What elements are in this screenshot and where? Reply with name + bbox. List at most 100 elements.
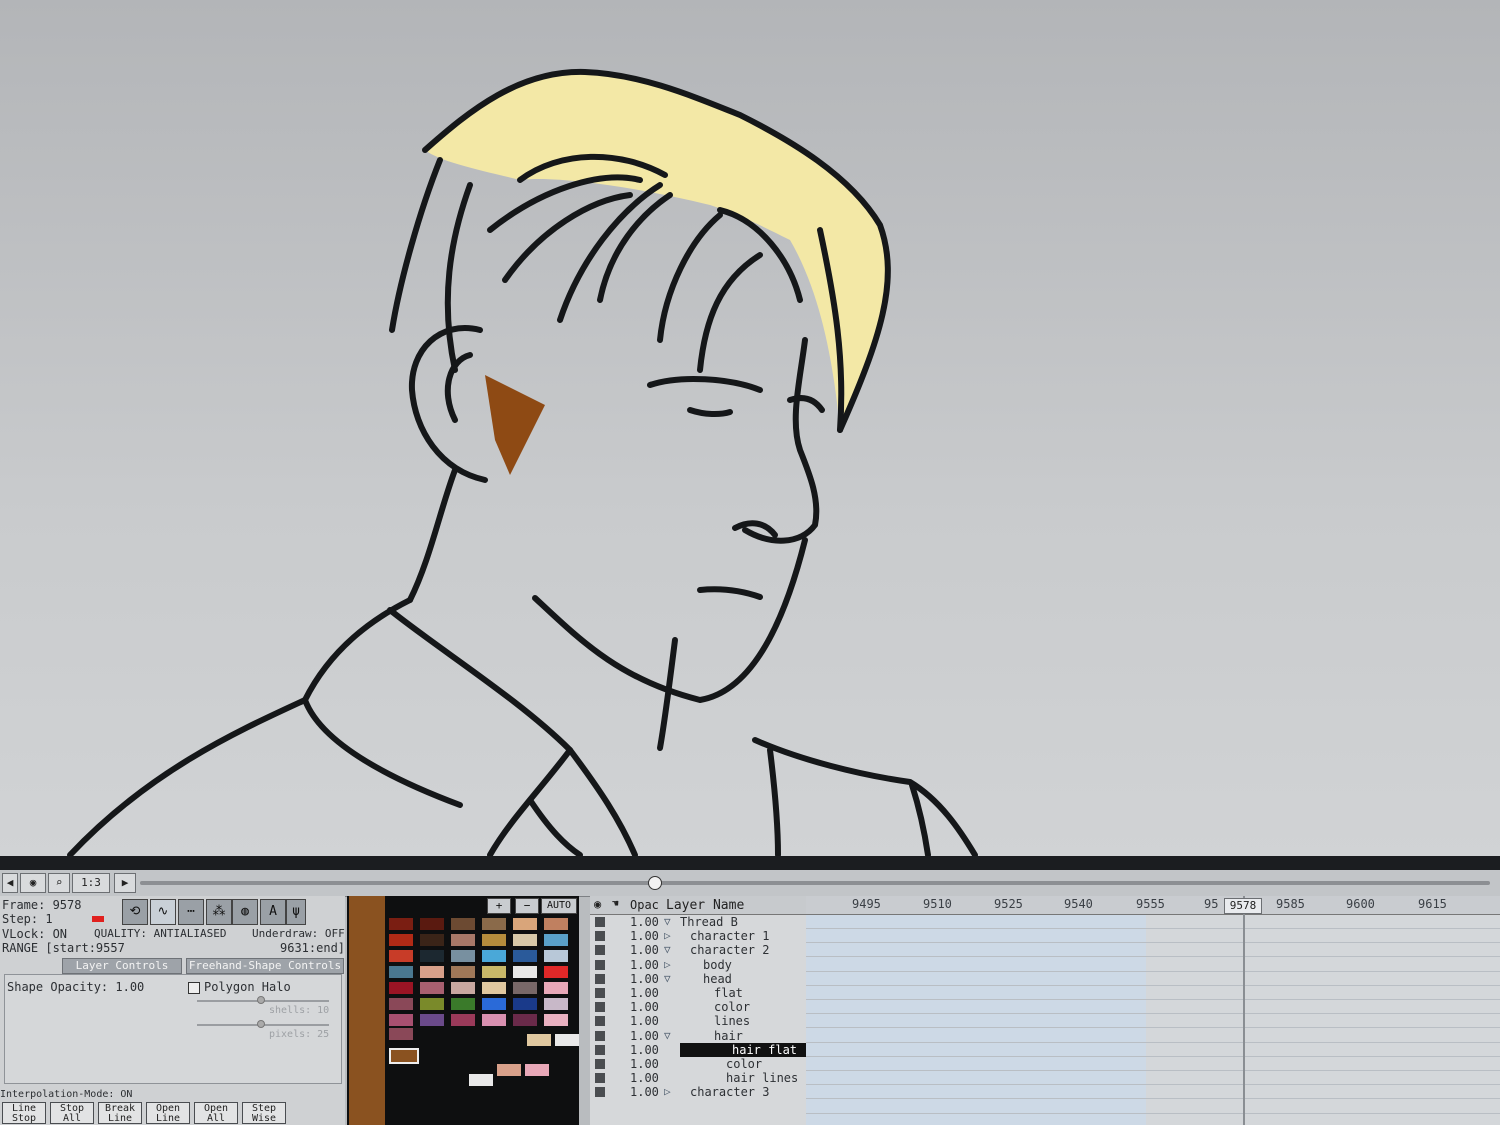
marquee-icon[interactable]: ⋯ (178, 899, 204, 925)
color-swatch[interactable] (451, 1014, 475, 1026)
pixels-slider-knob[interactable] (257, 1020, 265, 1028)
layer-row[interactable]: 1.00 ▽ hair (590, 1029, 806, 1043)
line-stop-button[interactable]: Line Stop (2, 1102, 46, 1124)
selected-swatch[interactable] (389, 1048, 419, 1064)
color-swatch[interactable] (389, 950, 413, 962)
color-swatch[interactable] (513, 1014, 537, 1026)
playhead[interactable] (1243, 896, 1245, 1125)
color-swatch[interactable] (451, 918, 475, 930)
color-swatch[interactable] (544, 982, 568, 994)
color-swatch[interactable] (420, 998, 444, 1010)
layer-visibility-toggle[interactable] (595, 931, 605, 942)
disclosure-open-icon[interactable]: ▽ (664, 1029, 671, 1043)
layer-visibility-toggle[interactable] (595, 1002, 605, 1013)
sound-icon[interactable]: ◀ (2, 873, 18, 893)
stop-all-button[interactable]: Stop All (50, 1102, 94, 1124)
layer-row[interactable]: 1.00 lines (590, 1014, 806, 1028)
timeline-ruler[interactable]: 9495 9510 9525 9540 9555 95 9585 9600 9615 (806, 896, 1500, 915)
color-swatch[interactable] (544, 950, 568, 962)
remove-color-button[interactable]: − (515, 898, 539, 914)
open-all-button[interactable]: Open All (194, 1102, 238, 1124)
color-swatch[interactable] (513, 918, 537, 930)
spray-icon[interactable]: ⁂ (206, 899, 232, 925)
step-wise-button[interactable]: Step Wise (242, 1102, 286, 1124)
color-swatch[interactable] (451, 966, 475, 978)
layer-visibility-toggle[interactable] (595, 1030, 605, 1041)
layer-row[interactable]: 1.00 color (590, 1057, 806, 1071)
scrubber-handle[interactable] (648, 876, 662, 890)
layer-visibility-toggle[interactable] (595, 959, 605, 970)
brush-icon[interactable]: ψ (286, 899, 306, 925)
color-swatch[interactable] (482, 966, 506, 978)
shape-opacity[interactable]: Shape Opacity: 1.00 (7, 980, 144, 994)
disclosure-closed-icon[interactable]: ▷ (664, 958, 671, 972)
timeline[interactable]: 9495 9510 9525 9540 9555 95 9585 9600 9615 9578 (806, 896, 1500, 1125)
color-swatch[interactable] (420, 918, 444, 930)
play-icon[interactable]: ▶ (114, 873, 136, 893)
layer-visibility-toggle[interactable] (595, 1087, 605, 1098)
color-swatch[interactable] (527, 1034, 551, 1046)
color-swatch[interactable] (482, 998, 506, 1010)
color-swatch[interactable] (482, 934, 506, 946)
color-swatch[interactable] (482, 918, 506, 930)
visibility-eye-icon[interactable]: ◉ (594, 897, 601, 911)
color-swatch[interactable] (389, 998, 413, 1010)
layer-row[interactable]: 1.00 ▷ character 1 (590, 929, 806, 943)
color-swatch[interactable] (451, 950, 475, 962)
layer-visibility-toggle[interactable] (595, 973, 605, 984)
color-swatch[interactable] (451, 934, 475, 946)
layer-visibility-toggle[interactable] (595, 1073, 605, 1084)
color-swatch[interactable] (513, 982, 537, 994)
color-swatch[interactable] (389, 918, 413, 930)
layer-row[interactable]: 1.00 hair flat (590, 1042, 830, 1057)
color-swatch[interactable] (469, 1074, 493, 1086)
freehand-icon[interactable]: ∿ (150, 899, 176, 925)
magnifier-icon[interactable]: ⌕ (48, 873, 70, 893)
color-swatch[interactable] (555, 1034, 579, 1046)
color-swatch[interactable] (389, 1028, 413, 1040)
auto-button[interactable]: AUTO (541, 898, 577, 914)
layer-row[interactable]: 1.00 flat (590, 986, 806, 1000)
disclosure-open-icon[interactable]: ▽ (664, 972, 671, 986)
color-swatch[interactable] (451, 982, 475, 994)
disclosure-closed-icon[interactable]: ▷ (664, 1085, 671, 1099)
color-swatch[interactable] (420, 1014, 444, 1026)
color-swatch[interactable] (513, 998, 537, 1010)
color-swatch[interactable] (525, 1064, 549, 1076)
layer-visibility-toggle[interactable] (595, 1016, 605, 1027)
eye-icon[interactable]: ◉ (20, 873, 46, 893)
color-swatch[interactable] (451, 998, 475, 1010)
layer-visibility-toggle[interactable] (595, 1044, 605, 1055)
color-swatch[interactable] (513, 934, 537, 946)
disclosure-open-icon[interactable]: ▽ (664, 915, 671, 929)
color-swatch[interactable] (544, 934, 568, 946)
color-swatch[interactable] (544, 918, 568, 930)
active-color-strip[interactable] (349, 896, 385, 1125)
drawing-canvas[interactable] (0, 0, 1500, 858)
color-swatch[interactable] (420, 966, 444, 978)
color-swatch[interactable] (389, 934, 413, 946)
layer-row[interactable]: 1.00 ▽ character 2 (590, 943, 806, 957)
color-swatch[interactable] (389, 966, 413, 978)
color-swatch[interactable] (389, 1014, 413, 1026)
text-tool-icon[interactable]: A (260, 899, 286, 925)
layer-row[interactable]: 1.00 ▽ head (590, 972, 806, 986)
paint-bucket-icon[interactable]: ◍ (232, 899, 258, 925)
zoom-level[interactable]: 1:3 (72, 873, 110, 893)
color-swatch[interactable] (544, 966, 568, 978)
color-swatch[interactable] (497, 1064, 521, 1076)
lasso-icon[interactable]: ⟲ (122, 899, 148, 925)
break-line-button[interactable]: Break Line (98, 1102, 142, 1124)
layer-row[interactable]: 1.00 ▷ character 3 (590, 1085, 806, 1099)
open-line-button[interactable]: Open Line (146, 1102, 190, 1124)
color-swatch[interactable] (513, 966, 537, 978)
layer-visibility-toggle[interactable] (595, 945, 605, 956)
shells-slider-knob[interactable] (257, 996, 265, 1004)
disclosure-closed-icon[interactable]: ▷ (664, 929, 671, 943)
current-frame-marker[interactable]: 9578 (1224, 898, 1262, 914)
color-swatch[interactable] (482, 982, 506, 994)
layer-row[interactable]: 1.00 ▷ body (590, 958, 806, 972)
color-swatch[interactable] (544, 998, 568, 1010)
layer-visibility-toggle[interactable] (595, 917, 605, 927)
polygon-halo-checkbox[interactable] (188, 982, 200, 994)
